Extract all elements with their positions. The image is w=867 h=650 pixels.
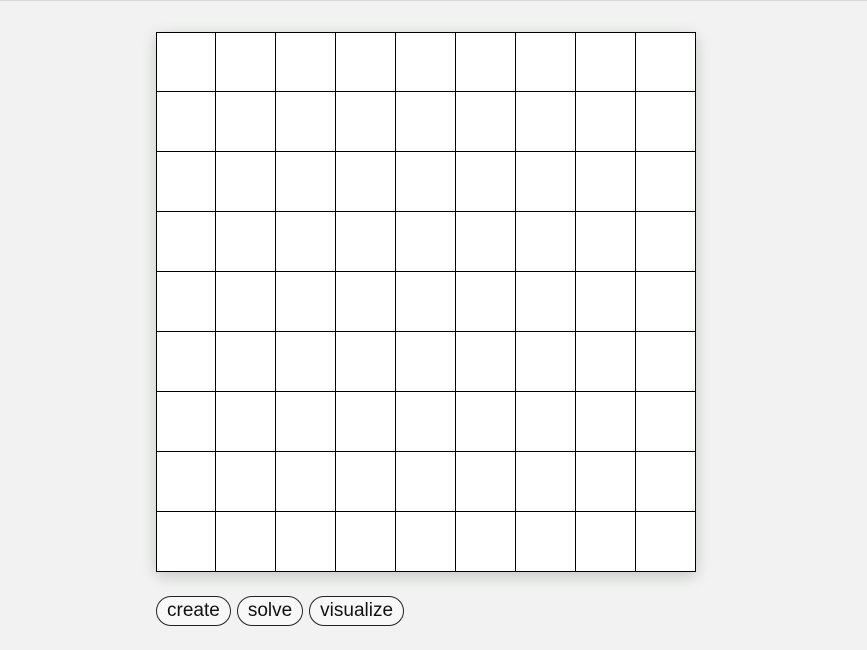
grid-cell[interactable]: [636, 392, 696, 452]
grid-cell[interactable]: [456, 452, 516, 512]
grid-cell[interactable]: [216, 212, 276, 272]
grid-cell[interactable]: [216, 92, 276, 152]
grid-cell[interactable]: [576, 332, 636, 392]
grid-cell[interactable]: [276, 392, 336, 452]
grid-cell[interactable]: [276, 152, 336, 212]
grid-cell[interactable]: [456, 32, 516, 92]
grid-cell[interactable]: [216, 512, 276, 572]
grid-cell[interactable]: [456, 212, 516, 272]
grid-cell[interactable]: [336, 92, 396, 152]
grid-cell[interactable]: [336, 212, 396, 272]
grid-cell[interactable]: [216, 152, 276, 212]
grid-cell[interactable]: [336, 512, 396, 572]
grid-cell[interactable]: [336, 152, 396, 212]
grid-cell[interactable]: [516, 92, 576, 152]
grid-cell[interactable]: [156, 512, 216, 572]
grid-cell[interactable]: [576, 212, 636, 272]
grid-cell[interactable]: [156, 452, 216, 512]
grid-cell[interactable]: [276, 92, 336, 152]
grid-cell[interactable]: [516, 152, 576, 212]
top-divider: [0, 0, 867, 1]
grid-cell[interactable]: [156, 392, 216, 452]
grid-cell[interactable]: [156, 272, 216, 332]
grid-cell[interactable]: [576, 512, 636, 572]
grid-cell[interactable]: [156, 332, 216, 392]
grid-cell[interactable]: [456, 92, 516, 152]
grid-cell[interactable]: [276, 452, 336, 512]
grid-cell[interactable]: [636, 272, 696, 332]
grid-cell[interactable]: [516, 32, 576, 92]
grid-cell[interactable]: [576, 32, 636, 92]
grid-cell[interactable]: [396, 332, 456, 392]
grid-cell[interactable]: [336, 332, 396, 392]
puzzle-grid: [156, 32, 696, 572]
grid-cell[interactable]: [636, 512, 696, 572]
grid-cell[interactable]: [396, 212, 456, 272]
grid-cell[interactable]: [276, 212, 336, 272]
grid-cell[interactable]: [336, 452, 396, 512]
grid-cell[interactable]: [396, 32, 456, 92]
grid-cell[interactable]: [636, 92, 696, 152]
grid-cell[interactable]: [336, 32, 396, 92]
grid-cell[interactable]: [576, 152, 636, 212]
grid-cell[interactable]: [456, 332, 516, 392]
grid-cell[interactable]: [636, 332, 696, 392]
grid-cell[interactable]: [456, 392, 516, 452]
grid-cell[interactable]: [156, 92, 216, 152]
grid-cell[interactable]: [516, 332, 576, 392]
grid-cell[interactable]: [516, 272, 576, 332]
grid-cell[interactable]: [576, 452, 636, 512]
grid-cell[interactable]: [576, 92, 636, 152]
grid-cell[interactable]: [576, 392, 636, 452]
grid-cell[interactable]: [576, 272, 636, 332]
grid-cell[interactable]: [636, 452, 696, 512]
grid-cell[interactable]: [456, 152, 516, 212]
grid-cell[interactable]: [276, 512, 336, 572]
grid-cell[interactable]: [216, 332, 276, 392]
grid-cell[interactable]: [516, 452, 576, 512]
grid-cell[interactable]: [216, 32, 276, 92]
grid-cell[interactable]: [396, 152, 456, 212]
grid-cell[interactable]: [396, 272, 456, 332]
grid-cell[interactable]: [336, 272, 396, 332]
grid-cell[interactable]: [276, 272, 336, 332]
grid-cell[interactable]: [216, 272, 276, 332]
grid-cell[interactable]: [216, 452, 276, 512]
create-button[interactable]: create: [156, 596, 231, 626]
grid-cell[interactable]: [456, 512, 516, 572]
grid-cell[interactable]: [276, 332, 336, 392]
grid-cell[interactable]: [216, 392, 276, 452]
grid-cell[interactable]: [396, 392, 456, 452]
grid-cell[interactable]: [516, 212, 576, 272]
grid-cell[interactable]: [396, 452, 456, 512]
grid-cell[interactable]: [156, 152, 216, 212]
grid-cell[interactable]: [636, 32, 696, 92]
grid-cell[interactable]: [336, 392, 396, 452]
grid-cell[interactable]: [396, 92, 456, 152]
grid-cell[interactable]: [456, 272, 516, 332]
grid-cell[interactable]: [156, 212, 216, 272]
grid-cell[interactable]: [516, 512, 576, 572]
grid-cell[interactable]: [156, 32, 216, 92]
grid-cell[interactable]: [636, 152, 696, 212]
grid-cell[interactable]: [276, 32, 336, 92]
grid-cell[interactable]: [396, 512, 456, 572]
grid-cell[interactable]: [636, 212, 696, 272]
solve-button[interactable]: solve: [236, 596, 304, 626]
control-bar: create solve visualize: [156, 596, 405, 626]
visualize-button[interactable]: visualize: [309, 596, 405, 626]
grid-cell[interactable]: [516, 392, 576, 452]
